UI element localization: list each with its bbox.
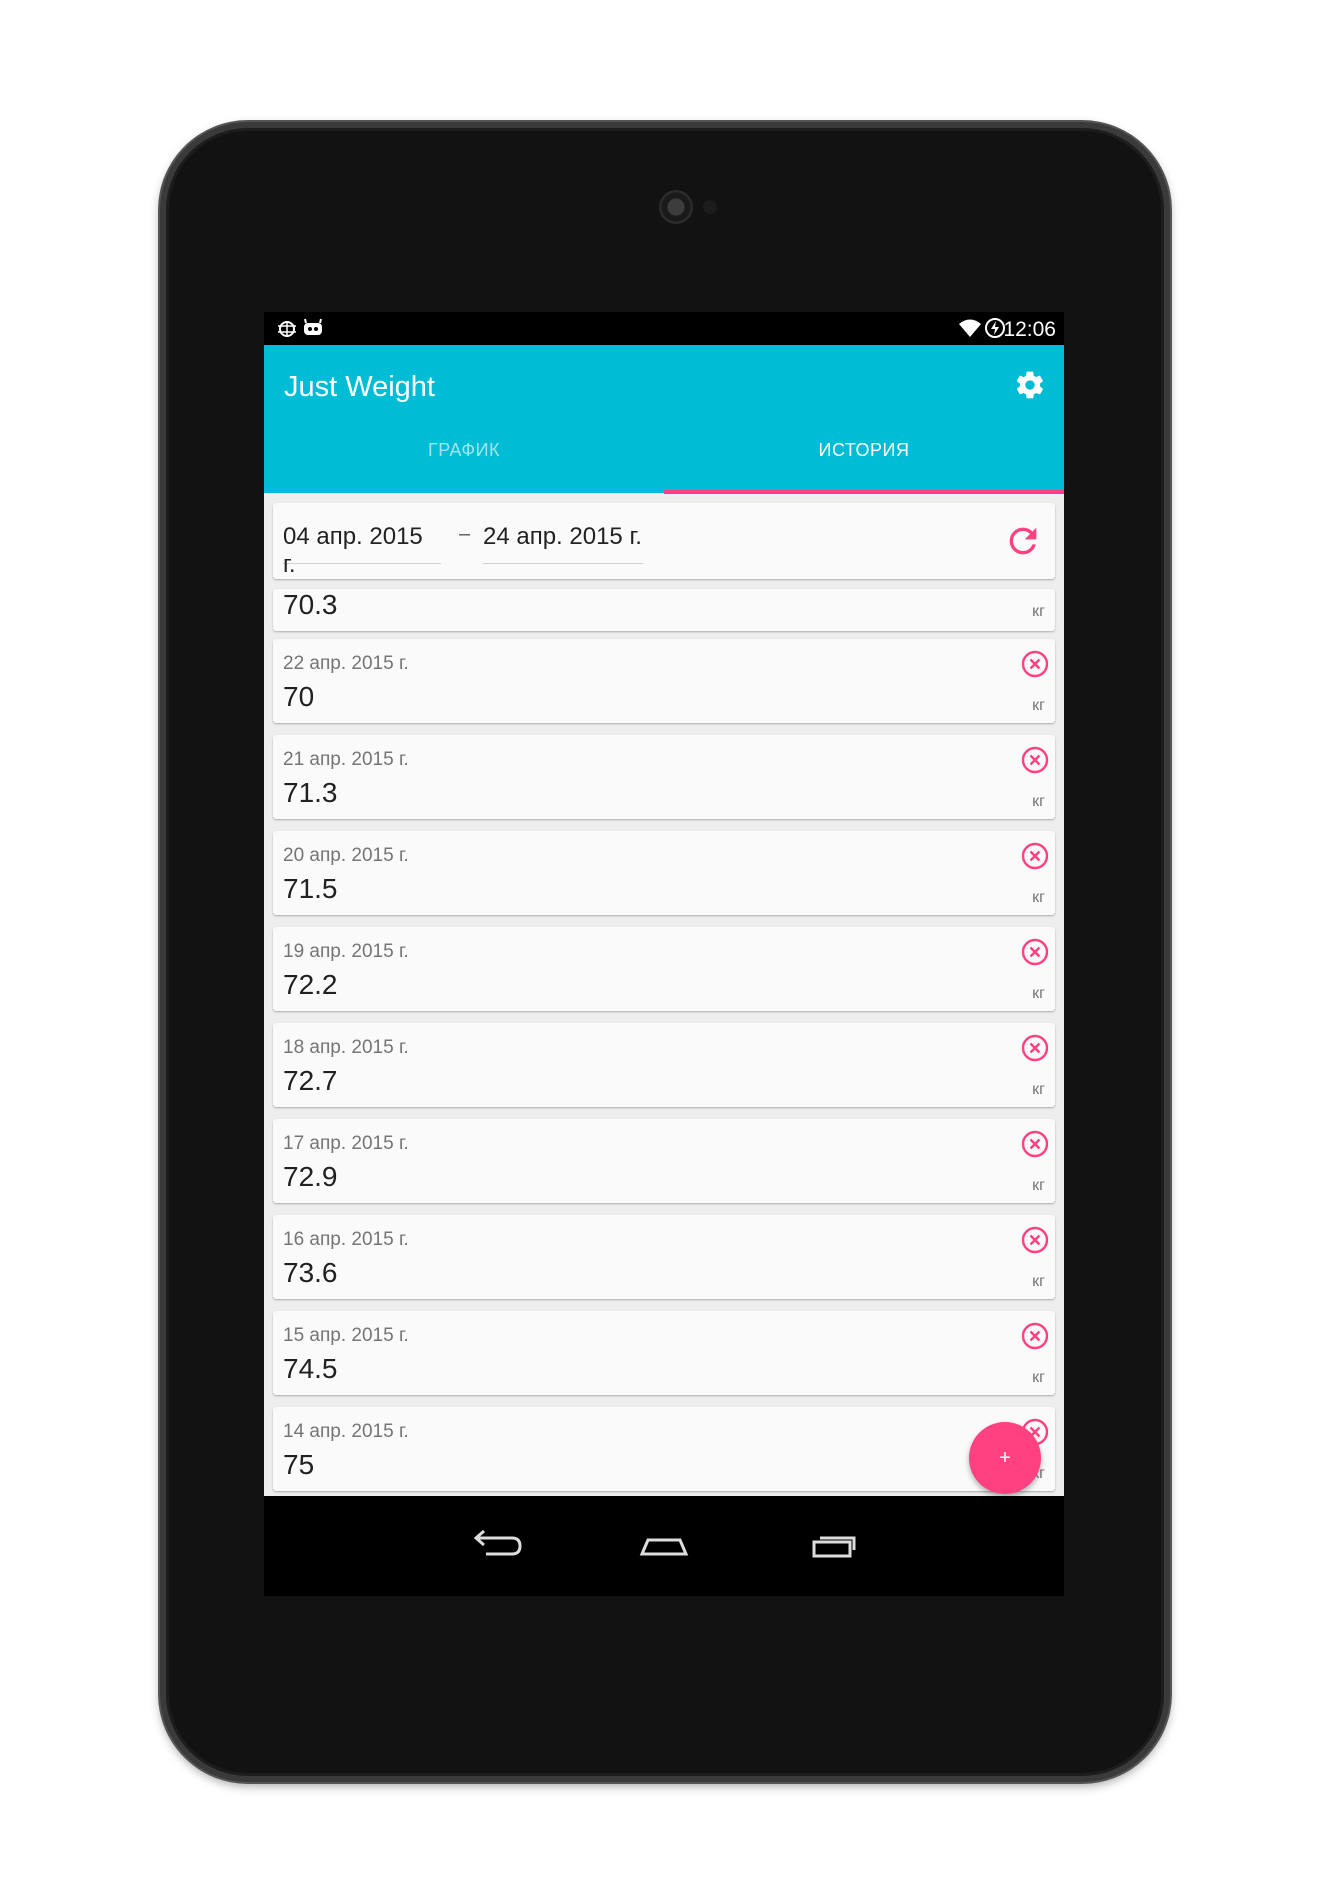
history-list[interactable]: 04 апр. 2015 г. – 24 апр. 2015 г. 70.3 к… (264, 493, 1064, 1496)
front-camera (659, 190, 693, 224)
entry-unit: кг (1032, 1177, 1045, 1194)
entry-unit: кг (1032, 1081, 1045, 1098)
entry-unit: кг (1032, 1273, 1045, 1290)
entry-date: 17 апр. 2015 г. (283, 1133, 409, 1154)
delete-icon[interactable] (1020, 1225, 1050, 1255)
tab-history[interactable]: ИСТОРИЯ (664, 440, 1064, 490)
debug-bug-icon (278, 321, 296, 337)
wifi-icon (959, 319, 981, 337)
list-item: 15 апр. 2015 г. 74.5 кг (273, 1311, 1055, 1395)
list-item: 21 апр. 2015 г. 71.3 кг (273, 735, 1055, 819)
status-clock: 12:06 (1003, 318, 1056, 341)
delete-icon[interactable] (1020, 937, 1050, 967)
entry-date: 21 апр. 2015 г. (283, 749, 409, 770)
entry-date: 15 апр. 2015 г. (283, 1325, 409, 1346)
date-from-field[interactable]: 04 апр. 2015 г. (283, 523, 441, 578)
app-title: Just Weight (284, 371, 435, 403)
delete-icon[interactable] (1020, 1129, 1050, 1159)
back-icon[interactable] (464, 1524, 524, 1568)
delete-icon[interactable] (1020, 841, 1050, 871)
delete-icon[interactable] (1020, 745, 1050, 775)
entry-date: 22 апр. 2015 г. (283, 653, 409, 674)
gear-icon[interactable] (1014, 369, 1046, 401)
entry-unit: кг (1032, 697, 1045, 714)
recents-icon[interactable] (804, 1524, 864, 1568)
entry-unit: кг (1032, 1369, 1045, 1386)
delete-icon[interactable] (1020, 649, 1050, 679)
list-item: 20 апр. 2015 г. 71.5 кг (273, 831, 1055, 915)
entry-weight: 73.6 (283, 1257, 338, 1288)
date-to-field[interactable]: 24 апр. 2015 г. (483, 523, 643, 564)
screen: 12:06 Just Weight ГРАФИК ИСТОРИЯ 04 апр.… (264, 312, 1064, 1596)
cyanogen-mascot-icon (304, 318, 322, 335)
list-item: 22 апр. 2015 г. 70 кг (273, 639, 1055, 723)
refresh-icon[interactable] (1003, 521, 1043, 561)
add-entry-button[interactable]: + (969, 1422, 1041, 1494)
list-item: 18 апр. 2015 г. 72.7 кг (273, 1023, 1055, 1107)
entry-weight: 75 (283, 1449, 315, 1480)
entry-weight: 71.5 (283, 873, 338, 904)
light-sensor (703, 200, 717, 214)
list-item: 19 апр. 2015 г. 72.2 кг (273, 927, 1055, 1011)
navigation-bar (264, 1496, 1064, 1596)
entry-weight: 74.5 (283, 1353, 338, 1384)
delete-icon[interactable] (1020, 1033, 1050, 1063)
home-icon[interactable] (634, 1524, 694, 1568)
list-item: 70.3 кг (273, 589, 1055, 631)
entry-weight: 72.7 (283, 1065, 338, 1096)
entry-unit: кг (1032, 793, 1045, 810)
entry-weight: 72.2 (283, 969, 338, 1000)
status-bar: 12:06 (264, 312, 1064, 345)
tab-graph[interactable]: ГРАФИК (264, 440, 664, 490)
entry-unit: кг (1032, 985, 1045, 1002)
entry-unit: кг (1032, 889, 1045, 906)
entry-date: 18 апр. 2015 г. (283, 1037, 409, 1058)
delete-icon[interactable] (1020, 1321, 1050, 1351)
entry-weight: 72.9 (283, 1161, 338, 1192)
app-bar: Just Weight ГРАФИК ИСТОРИЯ (264, 345, 1064, 494)
list-item: 14 апр. 2015 г. 75 кг (273, 1407, 1055, 1491)
list-item: 16 апр. 2015 г. 73.6 кг (273, 1215, 1055, 1299)
date-range-card: 04 апр. 2015 г. – 24 апр. 2015 г. (273, 503, 1055, 579)
entry-date: 14 апр. 2015 г. (283, 1421, 409, 1442)
date-range-separator: – (459, 523, 471, 545)
entry-weight: 70.3 (283, 589, 338, 620)
entry-unit: кг (1032, 603, 1045, 620)
entry-weight: 71.3 (283, 777, 338, 808)
entry-date: 16 апр. 2015 г. (283, 1229, 409, 1250)
entry-date: 19 апр. 2015 г. (283, 941, 409, 962)
entry-weight: 70 (283, 681, 315, 712)
entry-date: 20 апр. 2015 г. (283, 845, 409, 866)
list-item: 17 апр. 2015 г. 72.9 кг (273, 1119, 1055, 1203)
